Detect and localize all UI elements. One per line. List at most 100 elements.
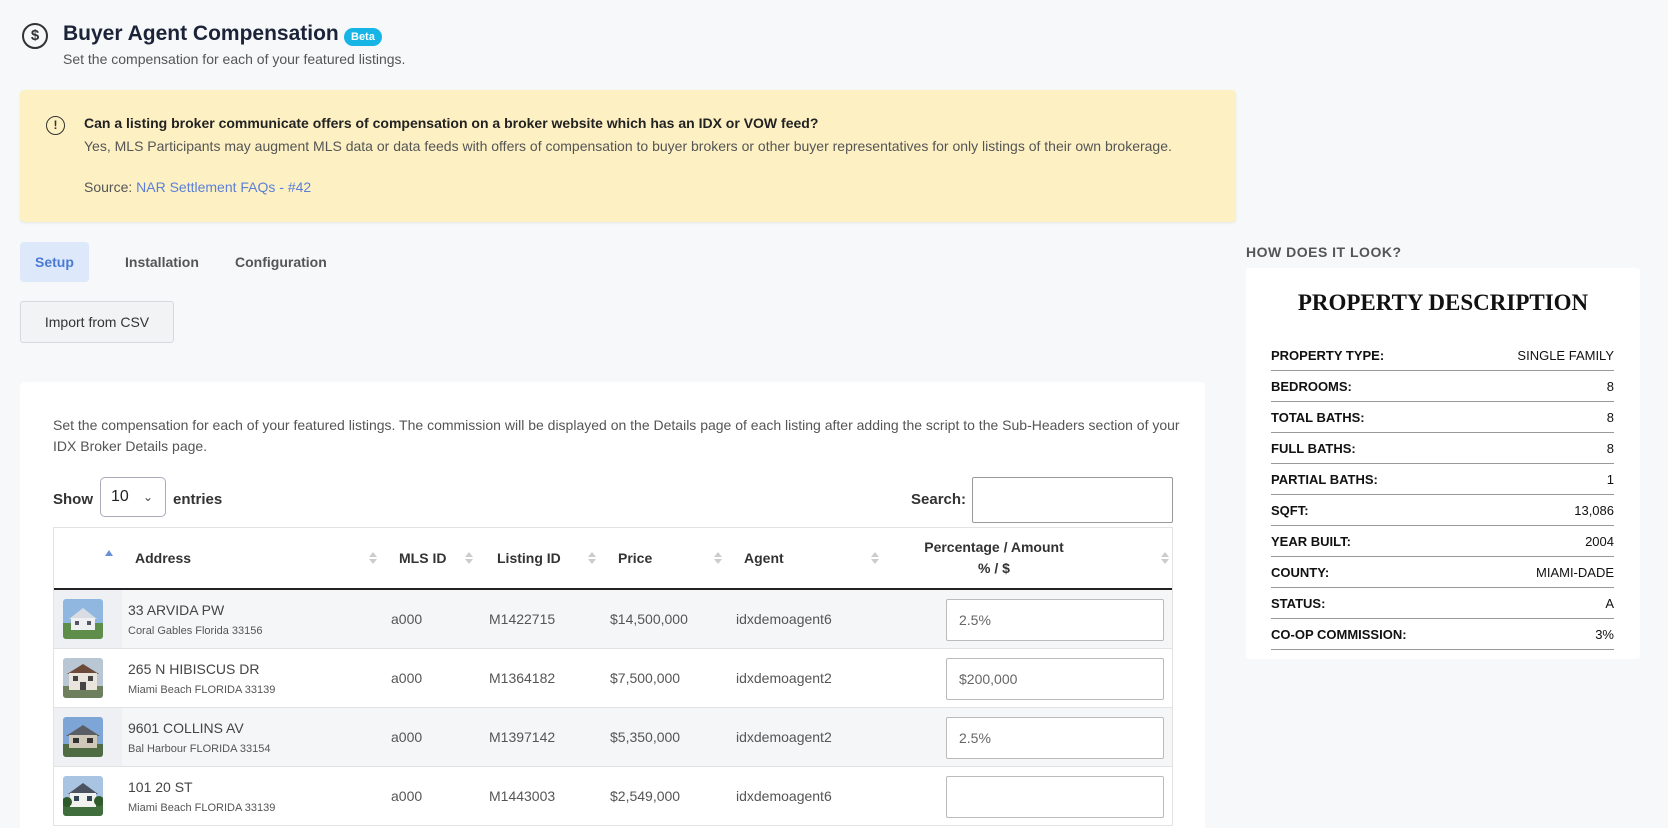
address-line: 9601 COLLINS AV [128, 720, 244, 736]
property-row: TOTAL BATHS: 8 [1271, 402, 1614, 433]
agent-cell: idxdemoagent2 [736, 670, 832, 686]
sort-icon[interactable] [871, 552, 879, 564]
property-value: 1 [1606, 472, 1614, 487]
property-value: 2004 [1585, 534, 1614, 549]
property-value: A [1605, 596, 1614, 611]
preview-label: HOW DOES IT LOOK? [1246, 244, 1402, 260]
property-key: PROPERTY TYPE: [1271, 348, 1385, 363]
thumbnail-cell [54, 649, 122, 707]
property-row: BEDROOMS: 8 [1271, 371, 1614, 402]
table-header: Address MLS ID Listing ID Price Agent Pe… [54, 528, 1172, 590]
property-value: 13,086 [1574, 503, 1614, 518]
page-length-select[interactable]: 10 ⌄ [100, 477, 166, 517]
city-line: Bal Harbour FLORIDA 33154 [128, 743, 271, 755]
listing-photo[interactable] [63, 717, 103, 757]
beta-badge: Beta [344, 28, 382, 46]
mls-id-cell: a000 [391, 670, 423, 686]
property-key: COUNTY: [1271, 565, 1330, 580]
thumbnail-cell [54, 767, 122, 825]
search-label: Search: [911, 491, 967, 508]
listings-table: Address MLS ID Listing ID Price Agent Pe… [53, 527, 1173, 826]
property-value: 8 [1606, 379, 1614, 394]
agent-cell: idxdemoagent6 [736, 611, 832, 627]
column-header-listing-id[interactable]: Listing ID [497, 528, 561, 588]
property-row: CO-OP COMMISSION: 3% [1271, 619, 1614, 650]
chevron-down-icon: ⌄ [142, 490, 153, 504]
city-line: Miami Beach FLORIDA 33139 [128, 802, 276, 814]
property-row: COUNTY: MIAMI-DADE [1271, 557, 1614, 588]
agent-cell: idxdemoagent6 [736, 788, 832, 804]
property-preview: PROPERTY DESCRIPTION PROPERTY TYPE: SINGL… [1246, 268, 1640, 659]
property-value: SINGLE FAMILY [1517, 348, 1614, 363]
address-line: 101 20 ST [128, 779, 193, 795]
sort-icon[interactable] [1161, 552, 1169, 564]
table-row: 9601 COLLINS AV Bal Harbour FLORIDA 3315… [54, 708, 1172, 767]
property-key: SQFT: [1271, 503, 1309, 518]
page-length-value: 10 [111, 488, 129, 505]
mls-id-cell: a000 [391, 611, 423, 627]
property-row: SQFT: 13,086 [1271, 495, 1614, 526]
table-row: 101 20 ST Miami Beach FLORIDA 33139 a000… [54, 767, 1172, 826]
tab-installation[interactable]: Installation [110, 242, 214, 282]
search-input[interactable] [972, 477, 1173, 523]
page-title: Buyer Agent Compensation [63, 22, 339, 45]
faq-notice: ! Can a listing broker communicate offer… [20, 90, 1236, 222]
tab-configuration[interactable]: Configuration [220, 242, 342, 282]
commission-input[interactable] [946, 599, 1164, 641]
column-header-commission[interactable]: Percentage / Amount % / $ [894, 528, 1094, 588]
mls-id-cell: a000 [391, 729, 423, 745]
thumbnail-cell [54, 590, 122, 648]
commission-input[interactable] [946, 776, 1164, 818]
column-header-address[interactable]: Address [135, 528, 191, 588]
table-row: 265 N HIBISCUS DR Miami Beach FLORIDA 33… [54, 649, 1172, 708]
city-line: Miami Beach FLORIDA 33139 [128, 684, 276, 696]
entries-label: entries [173, 491, 223, 508]
sort-icon[interactable] [369, 552, 377, 564]
property-value: 3% [1595, 627, 1614, 642]
listing-photo[interactable] [63, 658, 103, 698]
column-header-mls-id[interactable]: MLS ID [399, 528, 446, 588]
property-row: FULL BATHS: 8 [1271, 433, 1614, 464]
listing-photo[interactable] [63, 776, 103, 816]
price-cell: $5,350,000 [610, 729, 681, 745]
property-row: PARTIAL BATHS: 1 [1271, 464, 1614, 495]
column-header-price[interactable]: Price [618, 528, 652, 588]
address-line: 265 N HIBISCUS DR [128, 661, 260, 677]
property-value: MIAMI-DADE [1536, 565, 1614, 580]
listing-photo[interactable] [63, 599, 103, 639]
sort-icon[interactable] [588, 552, 596, 564]
source-link[interactable]: NAR Settlement FAQs - #42 [136, 179, 311, 195]
notice-question: Can a listing broker communicate offers … [84, 115, 819, 131]
thumbnail-cell [54, 708, 122, 766]
tab-setup[interactable]: Setup [20, 242, 89, 282]
property-row: PROPERTY TYPE: SINGLE FAMILY [1271, 340, 1614, 371]
import-csv-button[interactable]: Import from CSV [20, 301, 174, 343]
sort-icon[interactable] [465, 552, 473, 564]
mls-id-cell: a000 [391, 788, 423, 804]
listing-id-cell: M1397142 [489, 729, 556, 745]
property-row: STATUS: A [1271, 588, 1614, 619]
info-icon: ! [46, 116, 65, 135]
commission-input[interactable] [946, 717, 1164, 759]
listings-description: Set the compensation for each of your fe… [53, 417, 1180, 454]
property-value: 8 [1606, 410, 1614, 425]
sort-asc-icon[interactable] [105, 550, 113, 556]
dollar-circle-icon: $ [22, 23, 48, 49]
notice-source: Source: NAR Settlement FAQs - #42 [84, 179, 311, 195]
column-header-commission-unit: % / $ [978, 560, 1010, 576]
address-line: 33 ARVIDA PW [128, 602, 225, 618]
property-key: TOTAL BATHS: [1271, 410, 1365, 425]
column-header-agent[interactable]: Agent [744, 528, 784, 588]
listings-card: Set the compensation for each of your fe… [20, 382, 1205, 828]
property-key: FULL BATHS: [1271, 441, 1356, 456]
column-header-commission-label: Percentage / Amount [924, 539, 1064, 555]
city-line: Coral Gables Florida 33156 [128, 625, 263, 637]
listing-id-cell: M1422715 [489, 611, 556, 627]
preview-title: PROPERTY DESCRIPTION [1297, 290, 1589, 315]
source-label: Source: [84, 179, 133, 195]
property-row: YEAR BUILT: 2004 [1271, 526, 1614, 557]
listing-id-cell: M1364182 [489, 670, 556, 686]
sort-icon[interactable] [714, 552, 722, 564]
listing-id-cell: M1443003 [489, 788, 556, 804]
commission-input[interactable] [946, 658, 1164, 700]
